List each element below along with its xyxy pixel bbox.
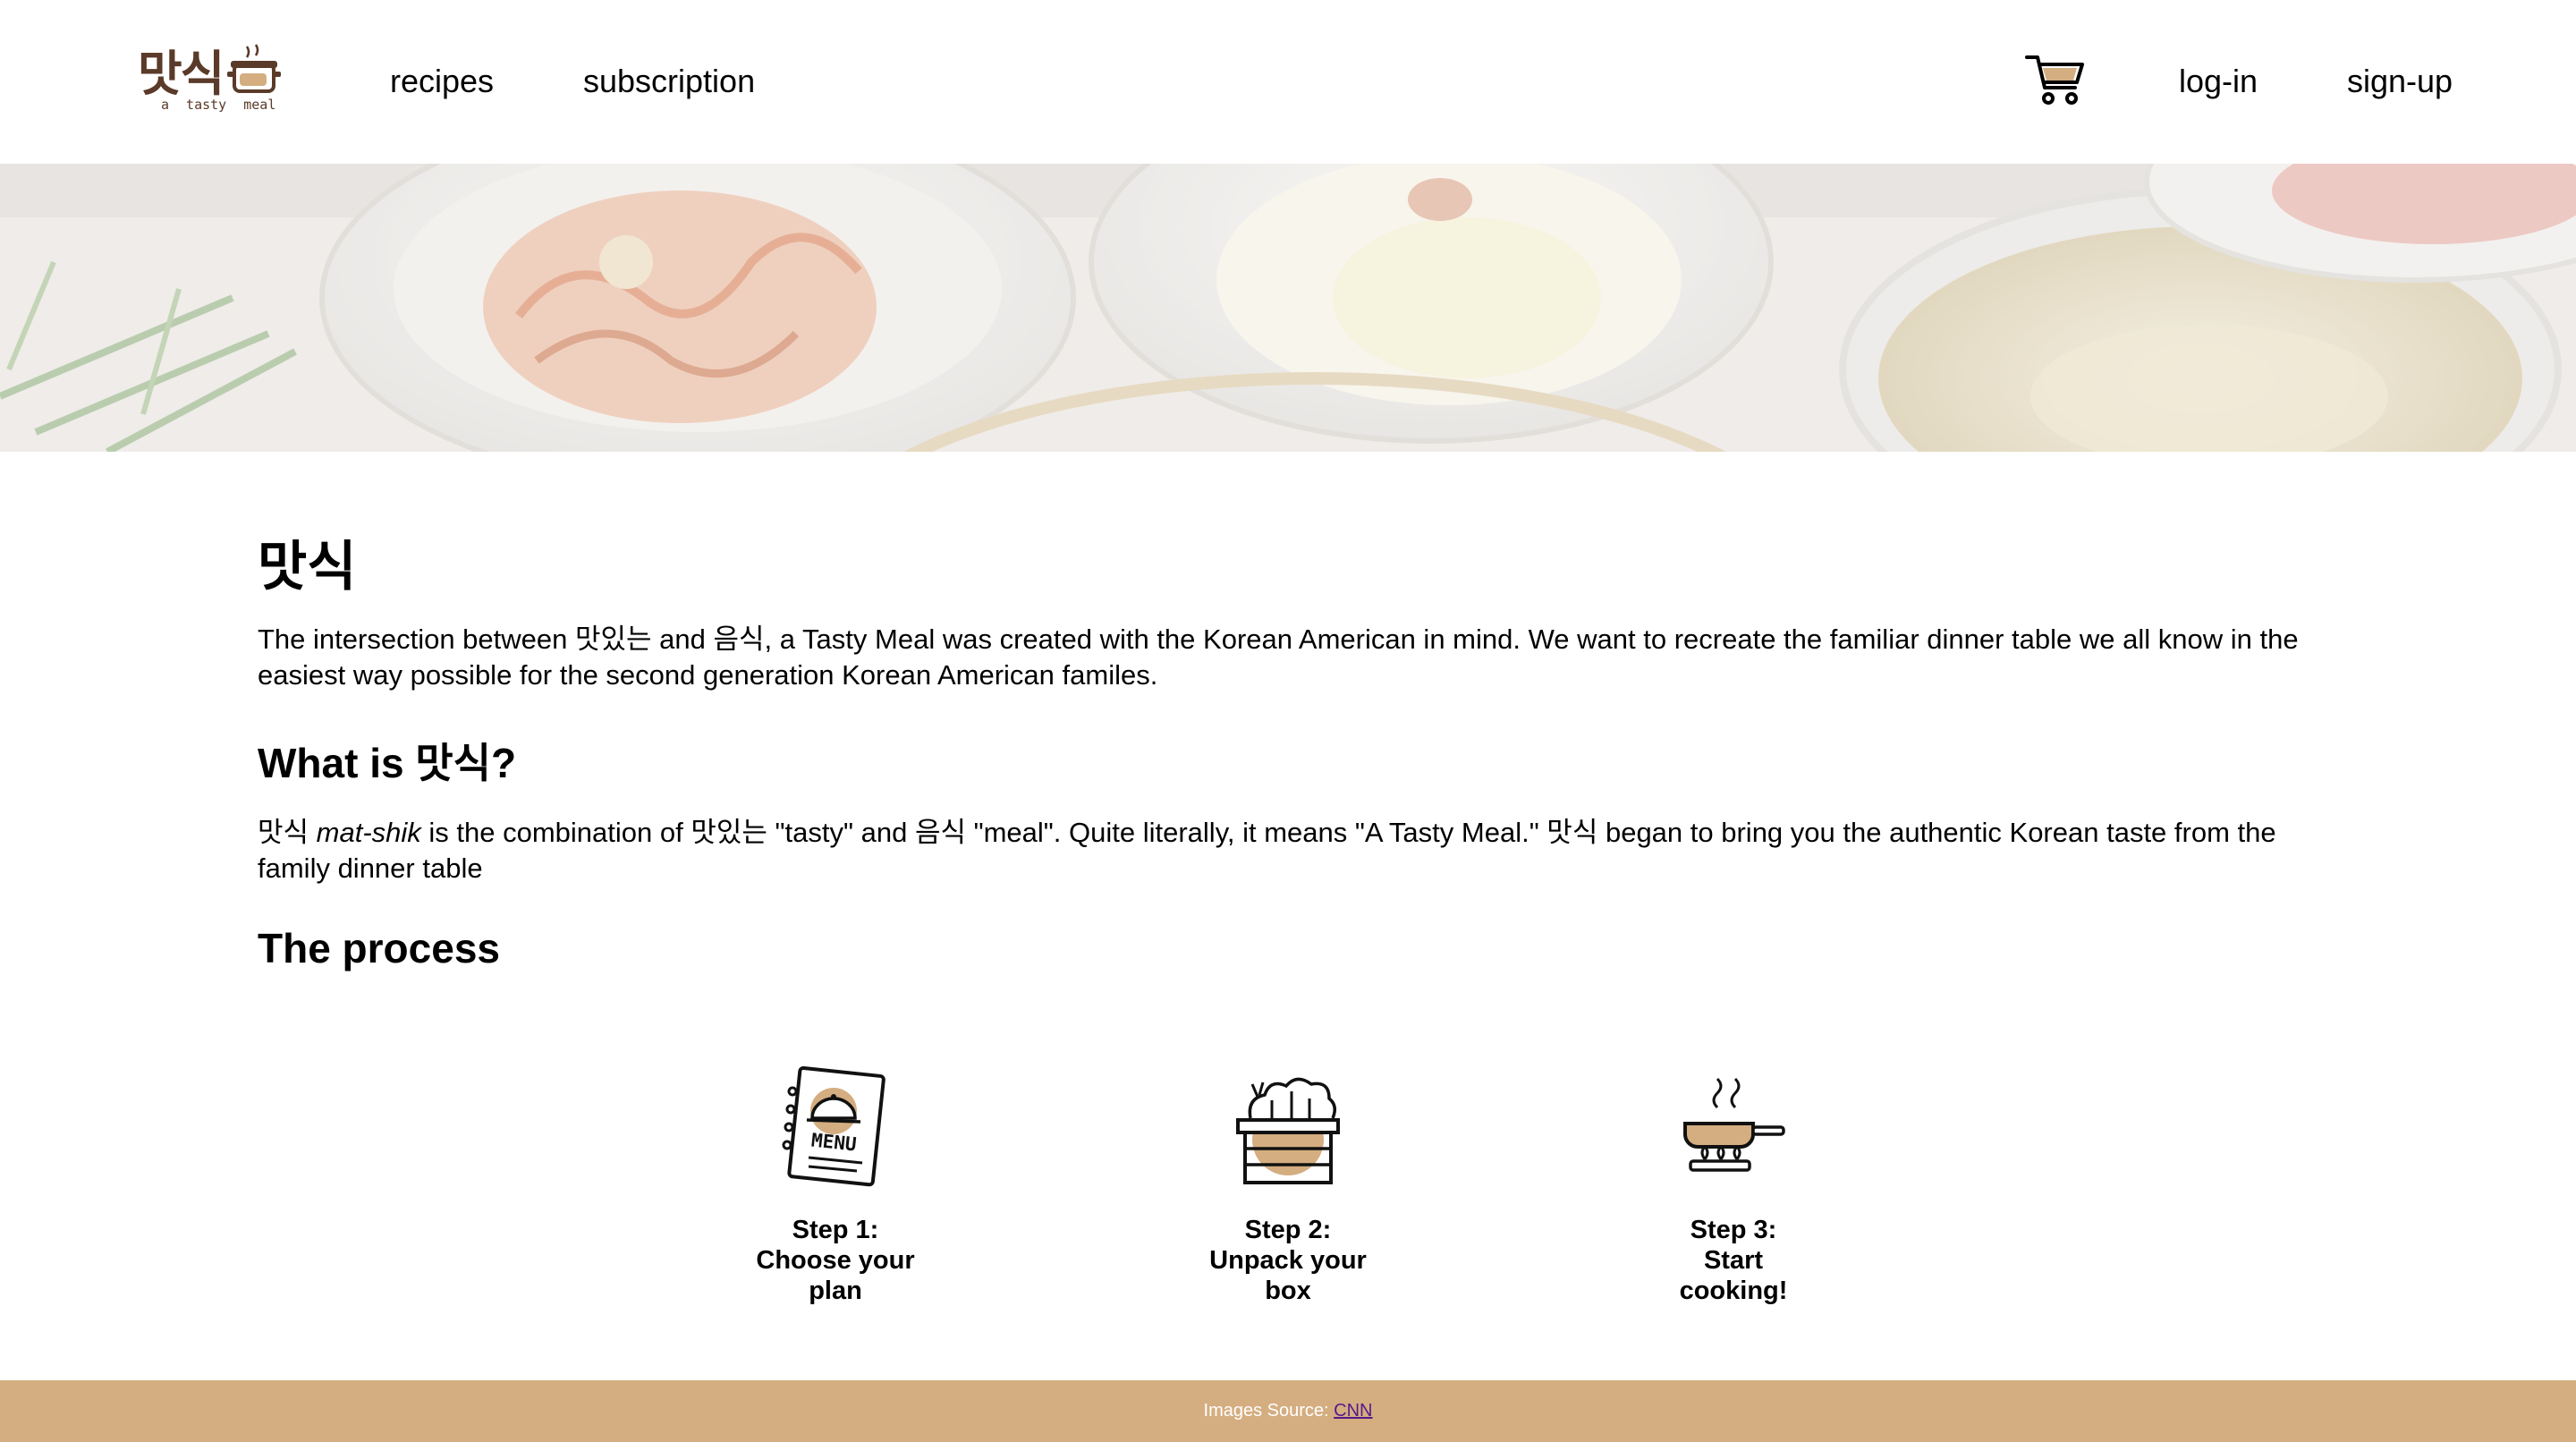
site-header: 맛식 a tasty meal recipes subscription log… [0, 0, 2576, 164]
step-3-line1: Step 3: [1690, 1216, 1777, 1244]
login-link[interactable]: log-in [2179, 63, 2258, 100]
logo-text: 맛식 [138, 46, 225, 102]
step-1-line1: Step 1: [792, 1216, 879, 1244]
intro-paragraph: The intersection between 맛있는 and 음식, a T… [258, 623, 2299, 691]
what-paragraph: 맛식 mat-shik is the combination of 맛있는 "t… [258, 815, 2333, 886]
step-2-line2: Unpack your [1209, 1246, 1367, 1275]
hero-banner [0, 164, 2576, 452]
menu-icon: MENU [782, 1065, 886, 1187]
signup-link[interactable]: sign-up [2347, 63, 2453, 100]
step-3-line2: Start [1703, 1246, 1764, 1275]
nav-recipes[interactable]: recipes [390, 63, 494, 100]
cart-icon[interactable] [2025, 52, 2086, 107]
image-source-link[interactable]: CNN [1334, 1401, 1372, 1421]
step-2-line1: Step 2: [1244, 1216, 1332, 1244]
what-heading: What is 맛식? [258, 740, 517, 786]
frying-pan-icon [1683, 1077, 1785, 1172]
nav-subscription[interactable]: subscription [583, 63, 755, 100]
step-3: Step 3: Start cooking! [1626, 1065, 1841, 1306]
banner-food-image [0, 164, 2576, 452]
step-2: Step 2: Unpack your box [1181, 1065, 1395, 1306]
logo[interactable]: 맛식 a tasty meal [136, 34, 288, 120]
what-lead: 맛식 [258, 817, 317, 848]
pot-icon [227, 44, 281, 93]
step-1-label: Step 1: Choose your plan [728, 1215, 943, 1306]
image-source-label: Images Source: [1203, 1401, 1335, 1421]
step-2-line3: box [1265, 1277, 1311, 1305]
step-1: MENU Step 1: Choose your plan [728, 1065, 943, 1306]
step-1-line2: Choose your [756, 1246, 915, 1275]
page-title: 맛식 [258, 536, 357, 598]
site-footer: Images Source: CNN [0, 1380, 2576, 1442]
step-3-label: Step 3: Start cooking! [1626, 1215, 1841, 1306]
step-1-line3: plan [809, 1277, 862, 1305]
step-2-label: Step 2: Unpack your box [1181, 1215, 1395, 1306]
process-heading: The process [258, 925, 500, 971]
romanization: mat-shik [316, 817, 421, 848]
step-3-line3: cooking! [1679, 1277, 1788, 1305]
vegetable-box-icon [1236, 1077, 1340, 1184]
what-rest: is the combination of 맛있는 "tasty" and 음식… [258, 817, 2276, 884]
